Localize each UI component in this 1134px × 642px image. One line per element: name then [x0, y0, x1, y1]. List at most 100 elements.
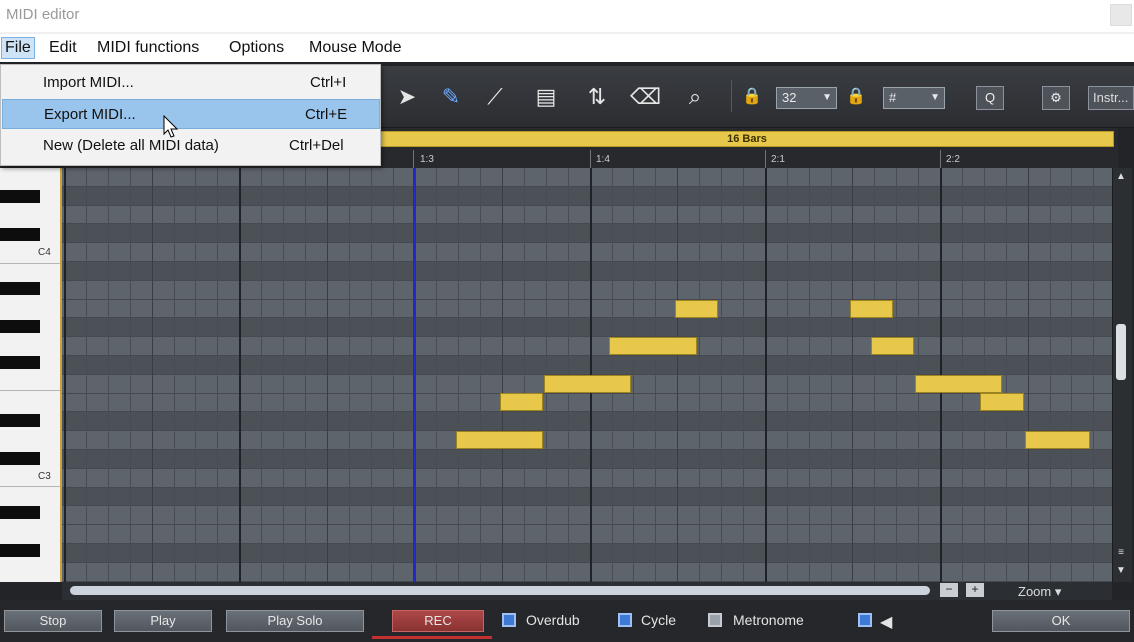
menu-item-import-midi[interactable]: Import MIDI... Ctrl+I	[2, 68, 380, 98]
menu-midi-functions[interactable]: MIDI functions	[94, 38, 202, 58]
midi-note[interactable]	[1025, 431, 1090, 449]
black-key[interactable]	[0, 452, 40, 465]
ruler-tick	[590, 150, 591, 168]
grid-line	[458, 168, 460, 582]
grid-line	[480, 168, 482, 582]
black-key[interactable]	[0, 356, 40, 369]
record-indicator	[372, 636, 492, 639]
midi-note[interactable]	[871, 337, 914, 355]
black-key[interactable]	[0, 320, 40, 333]
stop-button[interactable]: Stop	[4, 610, 102, 632]
close-button[interactable]	[1110, 4, 1132, 26]
cycle-checkbox[interactable]	[618, 613, 632, 627]
grid-line	[217, 168, 219, 582]
black-key[interactable]	[0, 506, 40, 519]
menu-edit[interactable]: Edit	[46, 38, 80, 58]
grid-line	[129, 168, 131, 582]
menu-item-new[interactable]: New (Delete all MIDI data) Ctrl+Del	[2, 131, 380, 161]
gear-icon[interactable]: ⚙	[1042, 86, 1070, 110]
midi-note[interactable]	[500, 393, 543, 411]
grid-line	[1027, 168, 1029, 582]
grid-line	[830, 168, 832, 582]
pitch-row	[62, 168, 1112, 187]
line-draw-icon[interactable]: ⟋	[480, 80, 510, 114]
piano-keyboard[interactable]: C4 C3	[0, 168, 62, 582]
velocity-draw-icon[interactable]: ▤	[524, 80, 568, 114]
pitch-row	[62, 412, 1112, 432]
zoom-magnifier-icon[interactable]: ⌕	[680, 80, 710, 114]
split-move-icon[interactable]: ⇅	[582, 80, 612, 114]
pitch-row	[62, 544, 1112, 563]
grid-line	[742, 168, 744, 582]
record-button[interactable]: REC	[392, 610, 484, 632]
quantize-button[interactable]: Q	[976, 86, 1004, 110]
menu-item-shortcut: Ctrl+Del	[289, 137, 344, 154]
zoom-in-icon[interactable]: +	[966, 583, 984, 597]
ruler-tick	[940, 150, 941, 168]
black-key[interactable]	[0, 414, 40, 427]
chevron-down-icon: ▾	[1054, 584, 1062, 599]
instrument-button[interactable]: Instr...	[1088, 86, 1134, 110]
grid-line	[283, 168, 284, 582]
menu-file[interactable]: File	[1, 37, 35, 59]
key-divider	[0, 486, 60, 487]
loop-range-strip[interactable]: 16 Bars	[380, 131, 1114, 147]
grid-line	[436, 168, 438, 582]
black-key[interactable]	[0, 228, 40, 241]
zoom-in-vertical-icon[interactable]: ≡	[1114, 546, 1128, 560]
play-button[interactable]: Play	[114, 610, 212, 632]
scroll-up-icon[interactable]: ▲	[1114, 170, 1128, 184]
pitch-row	[62, 224, 1112, 244]
scroll-down-icon[interactable]: ▼	[1114, 564, 1128, 578]
grid-line	[173, 168, 175, 582]
zoom-dropdown[interactable]: Zoom ▾	[1018, 584, 1061, 600]
speaker-icon[interactable]: ◀	[880, 612, 892, 632]
eraser-icon[interactable]: ⌫	[630, 80, 661, 114]
midi-note[interactable]	[675, 300, 718, 318]
snap-lock-icon[interactable]: 🔒	[846, 86, 866, 106]
black-key[interactable]	[0, 544, 40, 557]
black-key[interactable]	[0, 282, 40, 295]
midi-note[interactable]	[456, 431, 543, 449]
grid-line	[370, 168, 372, 582]
snap-select[interactable]: # ▼	[883, 87, 945, 109]
black-key[interactable]	[0, 190, 40, 203]
midi-note[interactable]	[544, 375, 631, 393]
select-arrow-icon[interactable]: ➤	[392, 80, 422, 114]
menu-mouse-mode[interactable]: Mouse Mode	[306, 38, 405, 58]
grid-line	[502, 168, 503, 582]
pitch-row	[62, 393, 1112, 413]
zoom-out-icon[interactable]: −	[940, 583, 958, 597]
menu-item-export-midi[interactable]: Export MIDI... Ctrl+E	[2, 99, 380, 129]
play-solo-button[interactable]: Play Solo	[226, 610, 364, 632]
midi-note[interactable]	[980, 393, 1024, 411]
key-divider	[0, 390, 60, 391]
monitor-checkbox[interactable]	[858, 613, 872, 627]
midi-note[interactable]	[609, 337, 697, 355]
grid-line	[64, 168, 66, 582]
metronome-checkbox[interactable]	[708, 613, 722, 627]
vertical-scroll-thumb[interactable]	[1116, 324, 1126, 380]
grid-line	[633, 168, 635, 582]
overdub-checkbox[interactable]	[502, 613, 516, 627]
pitch-row	[62, 468, 1112, 488]
midi-note[interactable]	[915, 375, 1002, 393]
grid-resolution-select[interactable]: 32 ▼	[776, 87, 837, 109]
horizontal-scroll-thumb[interactable]	[70, 586, 930, 595]
grid-line	[721, 168, 722, 582]
key-divider	[0, 263, 60, 264]
midi-note[interactable]	[850, 300, 893, 318]
pitch-row	[62, 280, 1112, 300]
playhead[interactable]	[413, 168, 416, 582]
ruler-tick	[765, 150, 766, 168]
key-label-c4: C4	[38, 247, 51, 258]
pencil-icon[interactable]: ✎	[436, 80, 466, 114]
grid-line	[1005, 168, 1007, 582]
pitch-row	[62, 506, 1112, 526]
ok-button[interactable]: OK	[992, 610, 1130, 632]
grid-line	[852, 168, 854, 582]
menu-options[interactable]: Options	[226, 38, 287, 58]
menu-item-label: Export MIDI...	[44, 106, 136, 123]
file-menu-dropdown: Import MIDI... Ctrl+I Export MIDI... Ctr…	[0, 64, 381, 166]
grid-lock-icon[interactable]: 🔒	[742, 86, 762, 106]
